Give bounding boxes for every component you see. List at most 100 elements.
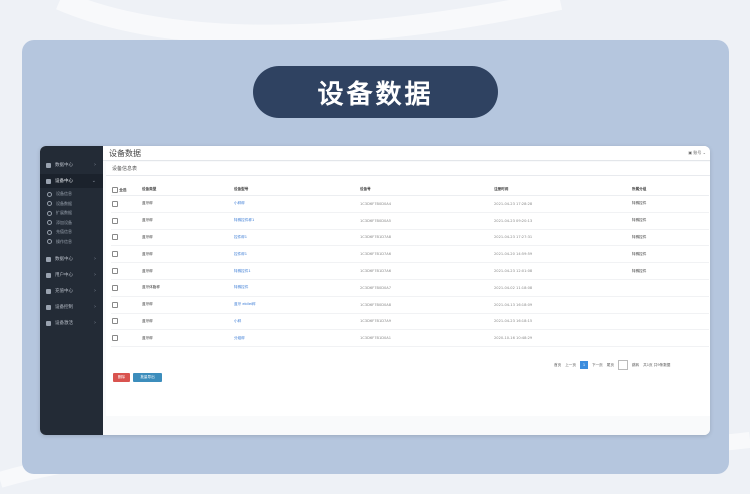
device-model-link[interactable]: 蓝牙 ebilei秤 — [234, 302, 256, 306]
column-header: 设备类型 — [141, 184, 233, 196]
data-panel: 设备信息表 全选 设备类型 设备型号 设备号 注册时间 所属分组 蓝牙秤 小秤秤… — [106, 162, 710, 416]
table-row[interactable]: 蓝牙秤 控件秤1 1C3D6F7B1D7A6 2021-04-20 14:59:59 特… — [111, 245, 709, 264]
device-sn-cell: 1C3D6F7B1D7A8 — [360, 235, 392, 240]
device-icon — [46, 178, 51, 184]
sidebar-subitem[interactable]: 充值信息 — [40, 228, 103, 236]
export-button[interactable]: 批量导出 — [133, 373, 162, 382]
prev-page-link[interactable]: 上一页 — [565, 363, 576, 368]
row-checkbox[interactable] — [112, 200, 118, 207]
group-cell: 特殊控件 — [632, 234, 647, 239]
sidebar-item[interactable]: 设备激活 › — [40, 316, 103, 330]
device-sn-cell: 1C3D6F7B1D7A9 — [360, 319, 392, 324]
table-row[interactable]: 蓝牙秤 特殊控件秤1 1C3D6F7B0D0A5 2021-04-23 09:20:1… — [111, 212, 709, 230]
chevron-right-icon: › — [94, 162, 96, 168]
panel-title: 设备信息表 — [112, 166, 138, 172]
device-sn-cell: 1C3D6F7B0D0A5 — [360, 218, 392, 223]
chevron-right-icon: › — [94, 320, 96, 326]
table-row[interactable]: 蓝牙体脂秤 特殊控件 2C3D6F7B0D0A7 2021-04-02 11:18:0… — [111, 279, 709, 297]
sidebar-subitem[interactable]: 操作信息 — [40, 238, 103, 246]
device-model-link[interactable]: 分组秤 — [234, 336, 245, 340]
device-type-cell: 蓝牙秤 — [142, 251, 153, 256]
sidebar-subitem[interactable]: 扩展数据 — [40, 209, 103, 217]
row-checkbox[interactable] — [112, 284, 118, 291]
sidebar-item-label: 设备激活 — [55, 321, 73, 326]
register-time-cell: 2021-04-02 11:18:08 — [494, 285, 533, 290]
page-title: 设备数据 — [109, 149, 141, 158]
table-row[interactable]: 蓝牙秤 特殊控件1 1C3D6F7B1D7A6 2021-04-23 12:01:08… — [111, 262, 709, 280]
sidebar-subitem-label: 扩展数据 — [56, 210, 72, 215]
row-checkbox[interactable] — [112, 234, 118, 241]
device-type-cell: 蓝牙秤 — [142, 302, 153, 307]
register-time-cell: 2021-04-13 16:18:09 — [494, 302, 533, 307]
register-time-cell: 2021-04-23 17:28:28 — [494, 201, 533, 206]
table-row[interactable]: 蓝牙秤 控件秤1 1C3D6F7B1D7A8 2021-04-23 17:27:31 特… — [111, 229, 709, 247]
column-header: 设备型号 — [233, 184, 359, 196]
sidebar-subitem-label: 设备数据 — [56, 200, 72, 206]
sidebar-subitem[interactable]: 添加设备 — [40, 219, 103, 227]
column-header: 所属分组 — [631, 184, 709, 196]
table-row[interactable]: 蓝牙秤 分组秤 1C3D6F7B1D0A1 2020-10-16 10:48:29 — [111, 329, 709, 348]
device-table: 全选 设备类型 设备型号 设备号 注册时间 所属分组 蓝牙秤 小秤秤 1C3D6F7… — [111, 184, 709, 348]
sidebar-item[interactable]: 设备控制 › — [40, 300, 103, 314]
device-type-cell: 蓝牙秤 — [142, 201, 153, 206]
chevron-down-icon: ⌄ — [91, 178, 96, 184]
activate-icon — [46, 320, 51, 326]
dashboard-icon — [46, 162, 51, 168]
table-header-row: 全选 设备类型 设备型号 设备号 注册时间 所属分组 — [111, 184, 709, 196]
row-checkbox[interactable] — [112, 335, 118, 342]
device-model-link[interactable]: 小秤 — [234, 319, 241, 323]
delete-button[interactable]: 删除 — [113, 373, 130, 382]
row-checkbox[interactable] — [112, 217, 118, 224]
device-model-link[interactable]: 特殊控件 — [234, 285, 248, 289]
device-type-cell: 蓝牙秤 — [142, 218, 153, 223]
chevron-right-icon: › — [94, 272, 96, 278]
sidebar-subitem[interactable]: 设备信息 — [40, 190, 103, 198]
control-icon — [46, 304, 51, 310]
device-sn-cell: 1C3D6F7B1D0A1 — [360, 336, 392, 341]
current-page[interactable]: 1 — [579, 361, 588, 369]
device-sn-cell: 1C3D6F7B0D0A8 — [360, 302, 392, 307]
main-area: 设备数据 ▣ 账号 ⌄ 设备信息表 全选 设备类型 设备型号 设备号 注册时间 — [103, 146, 710, 435]
register-time-cell: 2021-04-20 14:59:59 — [494, 252, 533, 257]
sidebar-item[interactable]: 数据中心 › — [40, 158, 103, 172]
app-screenshot: 数据中心 › 设备中心 ⌄ 数据中心 › 用户中心 › 充值中心 › 设备控制 › 设备激活 › 设备信息设… — [40, 146, 710, 435]
sidebar-item[interactable]: 数据中心 › — [40, 252, 103, 266]
user-icon — [46, 272, 51, 278]
sidebar-item[interactable]: 充值中心 › — [40, 284, 103, 298]
sidebar-item[interactable]: 用户中心 › — [40, 268, 103, 282]
first-page-link[interactable]: 首页 — [554, 363, 561, 368]
device-model-link[interactable]: 特殊控件秤1 — [234, 218, 254, 222]
jump-button[interactable]: 跳转 — [632, 363, 639, 368]
account-menu[interactable]: ▣ 账号 ⌄ — [688, 150, 706, 156]
table-row[interactable]: 蓝牙秤 小秤 1C3D6F7B1D7A9 2021-04-23 16:18:15 — [111, 313, 709, 331]
last-page-link[interactable]: 尾页 — [607, 363, 614, 368]
row-checkbox[interactable] — [112, 301, 118, 308]
device-model-link[interactable]: 小秤秤 — [234, 201, 245, 205]
group-cell: 特殊控件 — [632, 218, 647, 223]
device-type-cell: 蓝牙体脂秤 — [142, 285, 160, 290]
circle-icon — [47, 239, 52, 244]
select-all-checkbox[interactable] — [112, 186, 118, 193]
row-checkbox[interactable] — [112, 268, 118, 275]
sidebar-item[interactable]: 设备中心 ⌄ — [40, 174, 103, 188]
page-jump-input[interactable] — [617, 360, 628, 370]
device-sn-cell: 1C3D6F7B1D7A6 — [360, 252, 392, 257]
row-checkbox[interactable] — [112, 251, 118, 258]
sidebar-item-label: 设备控制 — [55, 305, 73, 310]
yen-icon — [46, 288, 51, 294]
device-sn-cell: 1C3D6F7B0D0A4 — [360, 201, 392, 206]
device-sn-cell: 1C3D6F7B1D7A6 — [360, 269, 392, 274]
register-time-cell: 2020-10-16 10:48:29 — [494, 336, 533, 341]
divider — [106, 175, 710, 176]
device-model-link[interactable]: 控件秤1 — [234, 235, 247, 239]
circle-icon — [47, 201, 52, 206]
table-row[interactable]: 蓝牙秤 小秤秤 1C3D6F7B0D0A4 2021-04-23 17:28:28 特殊… — [111, 195, 709, 213]
next-page-link[interactable]: 下一页 — [592, 363, 603, 368]
device-model-link[interactable]: 控件秤1 — [234, 252, 247, 256]
sidebar-subitem[interactable]: 设备数据 — [40, 200, 103, 208]
register-time-cell: 2021-04-23 12:01:08 — [494, 269, 533, 274]
select-all-header[interactable]: 全选 — [111, 184, 141, 196]
device-model-link[interactable]: 特殊控件1 — [234, 269, 251, 273]
table-row[interactable]: 蓝牙秤 蓝牙 ebilei秤 1C3D6F7B0D0A8 2021-04-13 16:… — [111, 296, 709, 314]
row-checkbox[interactable] — [112, 318, 118, 325]
